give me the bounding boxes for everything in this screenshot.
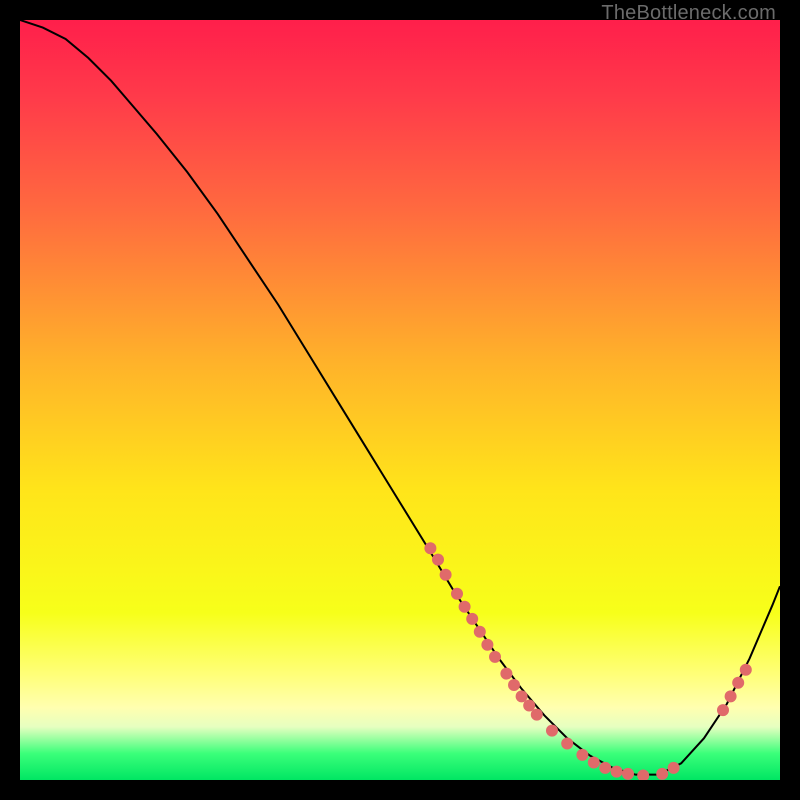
marker-dot [424, 542, 436, 554]
marker-dot [459, 601, 471, 613]
marker-dot [732, 677, 744, 689]
marker-dot [508, 679, 520, 691]
marker-dot [622, 768, 634, 780]
marker-dot [474, 626, 486, 638]
marker-dot [576, 749, 588, 761]
marker-dot [588, 757, 600, 769]
marker-dot [611, 766, 623, 778]
marker-dot [489, 651, 501, 663]
marker-dot [599, 762, 611, 774]
chart-svg [20, 20, 780, 780]
chart-frame [20, 20, 780, 780]
marker-dot [531, 709, 543, 721]
marker-dot [725, 690, 737, 702]
marker-dot [440, 569, 452, 581]
marker-dot [656, 768, 668, 780]
chart-background [20, 20, 780, 780]
marker-dot [432, 554, 444, 566]
marker-dot [668, 762, 680, 774]
marker-dot [561, 738, 573, 750]
marker-dot [500, 668, 512, 680]
marker-dot [546, 725, 558, 737]
marker-dot [481, 639, 493, 651]
marker-dot [466, 613, 478, 625]
marker-dot [740, 664, 752, 676]
marker-dot [451, 588, 463, 600]
marker-dot [717, 704, 729, 716]
